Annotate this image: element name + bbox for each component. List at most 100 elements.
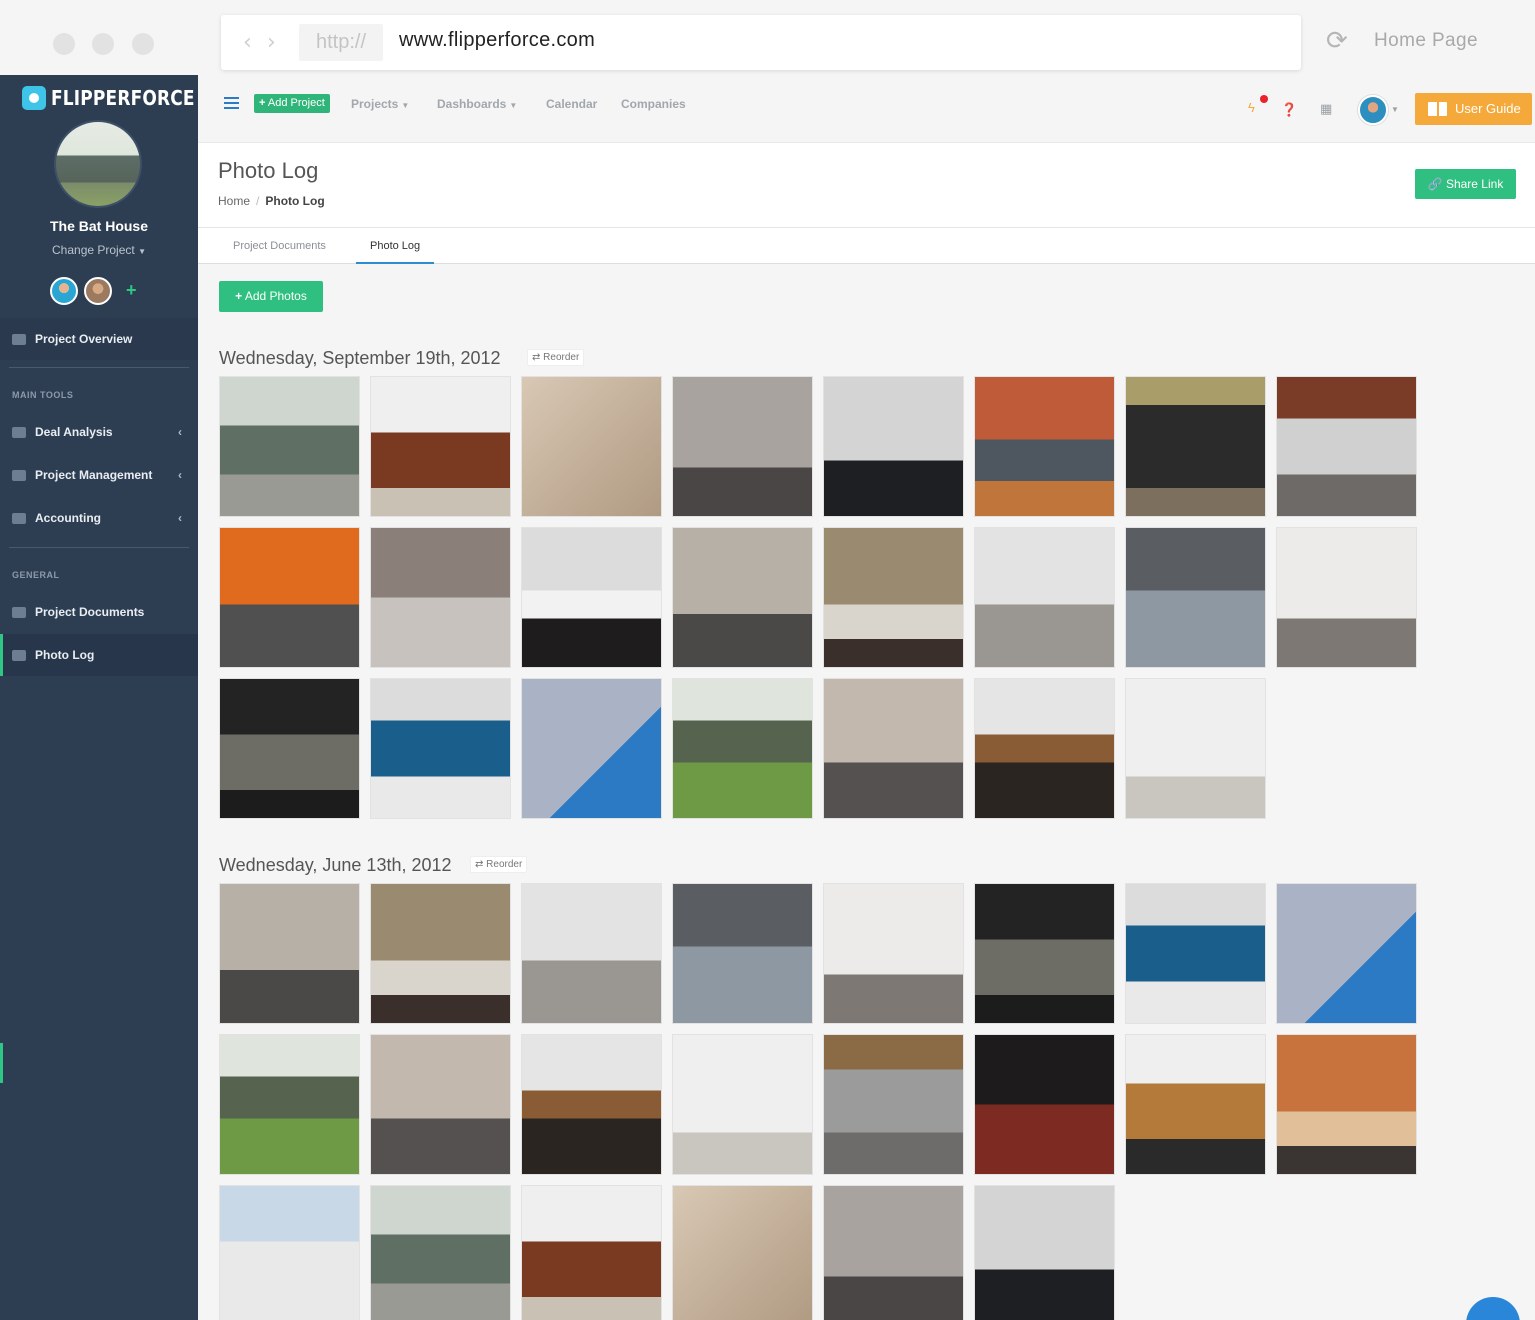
photo-thumbnail[interactable] (370, 376, 511, 517)
photo-thumbnail[interactable] (672, 527, 813, 668)
photo-thumbnail[interactable] (1125, 527, 1266, 668)
photo-thumbnail[interactable] (219, 376, 360, 517)
tab-photo-log[interactable]: Photo Log (356, 228, 435, 264)
menu-icon[interactable] (224, 97, 239, 112)
window-minimize-dot[interactable] (92, 33, 114, 55)
photo-thumbnail[interactable] (370, 883, 511, 1024)
photo-thumbnail[interactable] (672, 1185, 813, 1320)
photo-thumbnail[interactable] (219, 678, 360, 819)
gift-icon[interactable]: ▦ (1320, 101, 1332, 117)
photo-thumbnail[interactable] (219, 1185, 360, 1320)
reload-icon[interactable]: ⟳ (1326, 27, 1348, 55)
photo-thumbnail[interactable] (974, 527, 1115, 668)
url-text[interactable]: www.flipperforce.com (399, 29, 595, 52)
photo-thumbnail[interactable] (1276, 376, 1417, 517)
window-maximize-dot[interactable] (132, 33, 154, 55)
photo-thumbnail[interactable] (521, 1185, 662, 1320)
photo-thumbnail[interactable] (1276, 527, 1417, 668)
photo-thumbnail[interactable] (672, 1034, 813, 1175)
photo-thumbnail[interactable] (672, 376, 813, 517)
window-close-dot[interactable] (53, 33, 75, 55)
add-member-button[interactable]: + (126, 280, 137, 301)
chevron-left-icon[interactable]: ‹ (243, 30, 252, 55)
photo-thumbnail[interactable] (1276, 883, 1417, 1024)
user-avatar[interactable] (1358, 95, 1388, 125)
divider (9, 547, 189, 548)
chat-launcher-button[interactable] (1466, 1297, 1520, 1320)
sidebar-item-accounting[interactable]: Accounting ‹ (0, 497, 198, 539)
sidebar-item-project-documents[interactable]: Project Documents (0, 591, 198, 633)
brand-logo[interactable]: FLIPPERFORCE (22, 86, 220, 110)
url-scheme: http:// (299, 24, 383, 61)
photo-thumbnail[interactable] (370, 1185, 511, 1320)
photo-thumbnail[interactable] (219, 527, 360, 668)
add-photos-button[interactable]: + Add Photos (219, 281, 323, 312)
change-project-dropdown[interactable]: Change Project ▼ (0, 243, 198, 257)
photo-thumbnail[interactable] (823, 376, 964, 517)
photo-thumbnail[interactable] (823, 1034, 964, 1175)
photo-thumbnail[interactable] (1125, 678, 1266, 819)
add-project-button[interactable]: + Add Project (254, 94, 330, 113)
photo-thumbnail[interactable] (974, 1185, 1115, 1320)
reorder-label: Reorder (543, 352, 580, 363)
photo-thumbnail[interactable] (521, 527, 662, 668)
sidebar-item-project-overview[interactable]: Project Overview (0, 318, 198, 360)
calculator-icon (12, 426, 26, 438)
photo-thumbnail[interactable] (370, 1034, 511, 1175)
photo-thumbnail[interactable] (1125, 376, 1266, 517)
chevron-left-icon: ‹ (178, 511, 182, 525)
photo-thumbnail[interactable] (1276, 1034, 1417, 1175)
sidebar-item-label: Project Management (35, 468, 153, 482)
nav-dashboards[interactable]: Dashboards ▼ (437, 97, 517, 111)
photo-thumbnail[interactable] (974, 883, 1115, 1024)
photo-thumbnail[interactable] (370, 527, 511, 668)
member-avatar[interactable] (84, 277, 112, 305)
photo-thumbnail[interactable] (370, 678, 511, 819)
help-icon[interactable]: ❓ (1281, 102, 1297, 118)
photo-thumbnail[interactable] (219, 1034, 360, 1175)
project-photo[interactable] (54, 120, 142, 208)
chevron-right-icon[interactable]: › (267, 30, 276, 55)
share-link-button[interactable]: 🔗 Share Link (1415, 169, 1516, 199)
photo-thumbnail[interactable] (521, 883, 662, 1024)
photo-thumbnail[interactable] (521, 678, 662, 819)
photo-thumbnail[interactable] (1125, 1034, 1266, 1175)
member-avatar[interactable] (50, 277, 78, 305)
nav-projects[interactable]: Projects ▼ (351, 97, 409, 111)
photo-thumbnail[interactable] (823, 678, 964, 819)
tab-project-documents[interactable]: Project Documents (219, 228, 340, 264)
home-page-link[interactable]: Home Page (1374, 30, 1478, 52)
user-guide-button[interactable]: User Guide (1415, 93, 1532, 125)
sidebar-item-photo-log[interactable]: Photo Log (0, 634, 198, 676)
sidebar-item-label: Project Documents (35, 605, 145, 619)
reorder-button[interactable]: ⇄ Reorder (527, 349, 585, 366)
lightning-icon[interactable]: ϟ (1248, 100, 1255, 115)
user-guide-label: User Guide (1455, 101, 1521, 116)
photo-thumbnail[interactable] (521, 376, 662, 517)
photo-thumbnail[interactable] (219, 883, 360, 1024)
photo-thumbnail[interactable] (521, 1034, 662, 1175)
photo-thumbnail[interactable] (823, 883, 964, 1024)
book-icon (1428, 102, 1447, 116)
section-main-tools: MAIN TOOLS (12, 390, 74, 400)
caret-down-icon[interactable]: ▼ (1391, 105, 1399, 114)
photo-thumbnail[interactable] (974, 376, 1115, 517)
home-icon (12, 333, 26, 345)
photo-thumbnail[interactable] (974, 678, 1115, 819)
photo-thumbnail[interactable] (672, 883, 813, 1024)
sidebar-item-project-management[interactable]: Project Management ‹ (0, 454, 198, 496)
project-name: The Bat House (49, 218, 148, 234)
caret-down-icon: ▼ (509, 101, 518, 110)
scroll-indicator (0, 1043, 3, 1083)
photo-thumbnail[interactable] (974, 1034, 1115, 1175)
sidebar-item-deal-analysis[interactable]: Deal Analysis ‹ (0, 411, 198, 453)
photo-thumbnail[interactable] (823, 527, 964, 668)
photo-thumbnail[interactable] (1125, 883, 1266, 1024)
address-bar[interactable]: ‹ › http:// www.flipperforce.com (221, 15, 1301, 70)
photo-thumbnail[interactable] (672, 678, 813, 819)
photo-thumbnail[interactable] (823, 1185, 964, 1320)
breadcrumb-home[interactable]: Home (218, 194, 250, 208)
nav-companies[interactable]: Companies (621, 97, 686, 111)
nav-calendar[interactable]: Calendar (546, 97, 597, 111)
reorder-button[interactable]: ⇄ Reorder (470, 856, 528, 873)
